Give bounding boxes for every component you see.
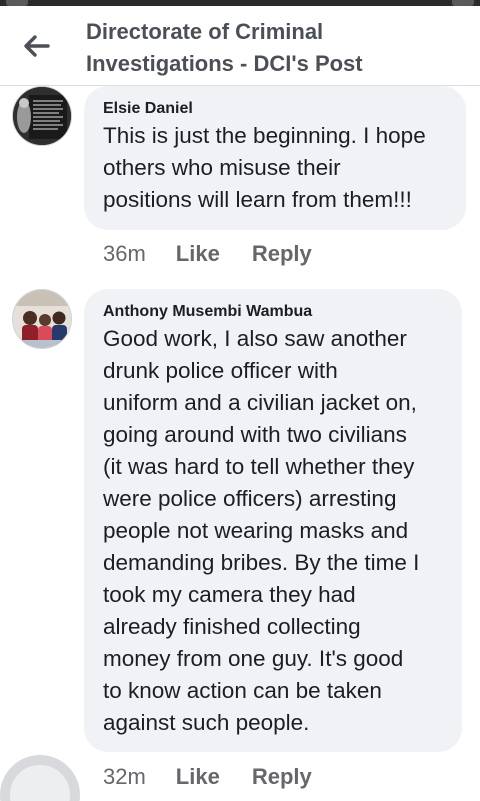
comment-text-line: money from one guy. It's good: [103, 646, 404, 671]
page-title-line: Directorate of Criminal: [86, 19, 324, 44]
comment-actions: 32m Like Reply: [103, 764, 344, 790]
comment-text-line: uniform and a civilian jacket on,: [103, 390, 417, 415]
comment-text-line: to know action can be taken: [103, 678, 382, 703]
avatar-image: [13, 87, 71, 145]
page-title: Directorate of Criminal Investigations -…: [86, 16, 466, 80]
comment-text-line: (it was hard to tell whether they: [103, 454, 415, 479]
page-title-line: Investigations - DCI's Post: [86, 51, 363, 76]
comment-text: This is just the beginning. I hope other…: [103, 120, 446, 216]
comment-timestamp[interactable]: 36m: [103, 241, 146, 267]
comment-text-line: already finished collecting: [103, 614, 361, 639]
like-button[interactable]: Like: [176, 764, 220, 790]
reply-button[interactable]: Reply: [252, 764, 312, 790]
comment-author[interactable]: Anthony Musembi Wambua: [103, 301, 442, 323]
avatar[interactable]: [12, 86, 72, 146]
comment-text-line: demanding bribes. By the time I: [103, 550, 420, 575]
comment-text-line: This is just the beginning. I hope: [103, 123, 426, 148]
comment-bubble: Elsie Daniel This is just the beginning.…: [84, 86, 466, 230]
comment-text-line: people not wearing masks and: [103, 518, 409, 543]
comment-bubble: Anthony Musembi Wambua Good work, I also…: [84, 289, 462, 752]
like-button[interactable]: Like: [176, 241, 220, 267]
comment-text-line: against such people.: [103, 710, 310, 735]
comment-text-line: others who misuse their: [103, 155, 341, 180]
comment-text-line: positions will learn from them!!!: [103, 187, 412, 212]
avatar[interactable]: [12, 289, 72, 349]
comment-author[interactable]: Elsie Daniel: [103, 98, 446, 120]
comment-text-line: Good work, I also saw another: [103, 326, 407, 351]
back-button[interactable]: [18, 28, 54, 64]
comment-text-line: drunk police officer with: [103, 358, 338, 383]
comment-text: Good work, I also saw another drunk poli…: [103, 323, 442, 739]
page-header: Directorate of Criminal Investigations -…: [0, 6, 480, 86]
comment-text-line: going around with two civilians: [103, 422, 407, 447]
avatar-image: [13, 290, 71, 348]
reply-button[interactable]: Reply: [252, 241, 312, 267]
comment-text-line: were police officers) arresting: [103, 486, 397, 511]
comment-text-line: took my camera they had: [103, 582, 356, 607]
comment-actions: 36m Like Reply: [103, 241, 344, 267]
comment-timestamp[interactable]: 32m: [103, 764, 146, 790]
back-arrow-icon: [24, 35, 50, 57]
loading-spinner: [0, 755, 80, 801]
